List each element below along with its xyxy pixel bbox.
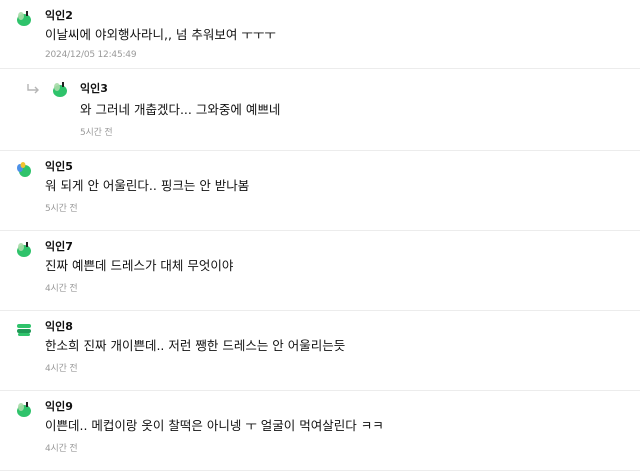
- avatar-icon[interactable]: [14, 399, 34, 419]
- comment-item: 익인8 한소희 진짜 개이쁜데.. 저런 쨍한 드레스는 안 어울리는듯 4시간…: [0, 311, 640, 391]
- comment-text: 이쁜데.. 메컵이랑 옷이 찰떡은 아니넹 ㅜ 얼굴이 먹여살린다 ㅋㅋ: [45, 418, 384, 433]
- comment-item: 익인2 이날씨에 야외행사라니,, 넘 추워보여 ㅜㅜㅜ 2024/12/05 …: [0, 0, 640, 69]
- comment-item: 익인7 진짜 예쁜데 드레스가 대체 무엇이야 4시간 전: [0, 231, 640, 311]
- avatar-icon[interactable]: [14, 8, 34, 28]
- comment-time: 4시간 전: [45, 444, 78, 454]
- comment-time: 4시간 전: [45, 284, 78, 294]
- comment-author[interactable]: 익인5: [45, 158, 73, 174]
- reply-arrow-icon: [27, 84, 39, 94]
- comment-author[interactable]: 익인8: [45, 318, 73, 334]
- avatar-icon[interactable]: [14, 319, 34, 339]
- comment-time: 5시간 전: [80, 128, 113, 138]
- comment-text: 와 그러네 개춥겠다... 그와중에 예쁘네: [80, 102, 281, 117]
- comment-author[interactable]: 익인7: [45, 238, 73, 254]
- comment-text: 이날씨에 야외행사라니,, 넘 추워보여 ㅜㅜㅜ: [45, 27, 276, 42]
- comment-time: 5시간 전: [45, 204, 78, 214]
- comment-reply-item: 익인3 와 그러네 개춥겠다... 그와중에 예쁘네 5시간 전: [0, 69, 640, 151]
- comment-time: 4시간 전: [45, 364, 78, 374]
- comment-text: 진짜 예쁜데 드레스가 대체 무엇이야: [45, 258, 234, 273]
- comment-author[interactable]: 익인2: [45, 7, 73, 23]
- comment-author[interactable]: 익인3: [80, 80, 108, 96]
- comment-time: 2024/12/05 12:45:49: [45, 50, 137, 60]
- comment-text: 워 되게 안 어울린다.. 핑크는 안 받나봄: [45, 178, 250, 193]
- comment-author[interactable]: 익인9: [45, 398, 73, 414]
- avatar-icon[interactable]: [14, 239, 34, 259]
- comment-item: 익인5 워 되게 안 어울린다.. 핑크는 안 받나봄 5시간 전: [0, 151, 640, 231]
- comment-item: 익인9 이쁜데.. 메컵이랑 옷이 찰떡은 아니넹 ㅜ 얼굴이 먹여살린다 ㅋㅋ…: [0, 391, 640, 471]
- comment-list: 익인2 이날씨에 야외행사라니,, 넘 추워보여 ㅜㅜㅜ 2024/12/05 …: [0, 0, 640, 471]
- avatar-icon[interactable]: [50, 79, 70, 99]
- avatar-icon[interactable]: [14, 159, 34, 179]
- comment-text: 한소희 진짜 개이쁜데.. 저런 쨍한 드레스는 안 어울리는듯: [45, 338, 346, 353]
